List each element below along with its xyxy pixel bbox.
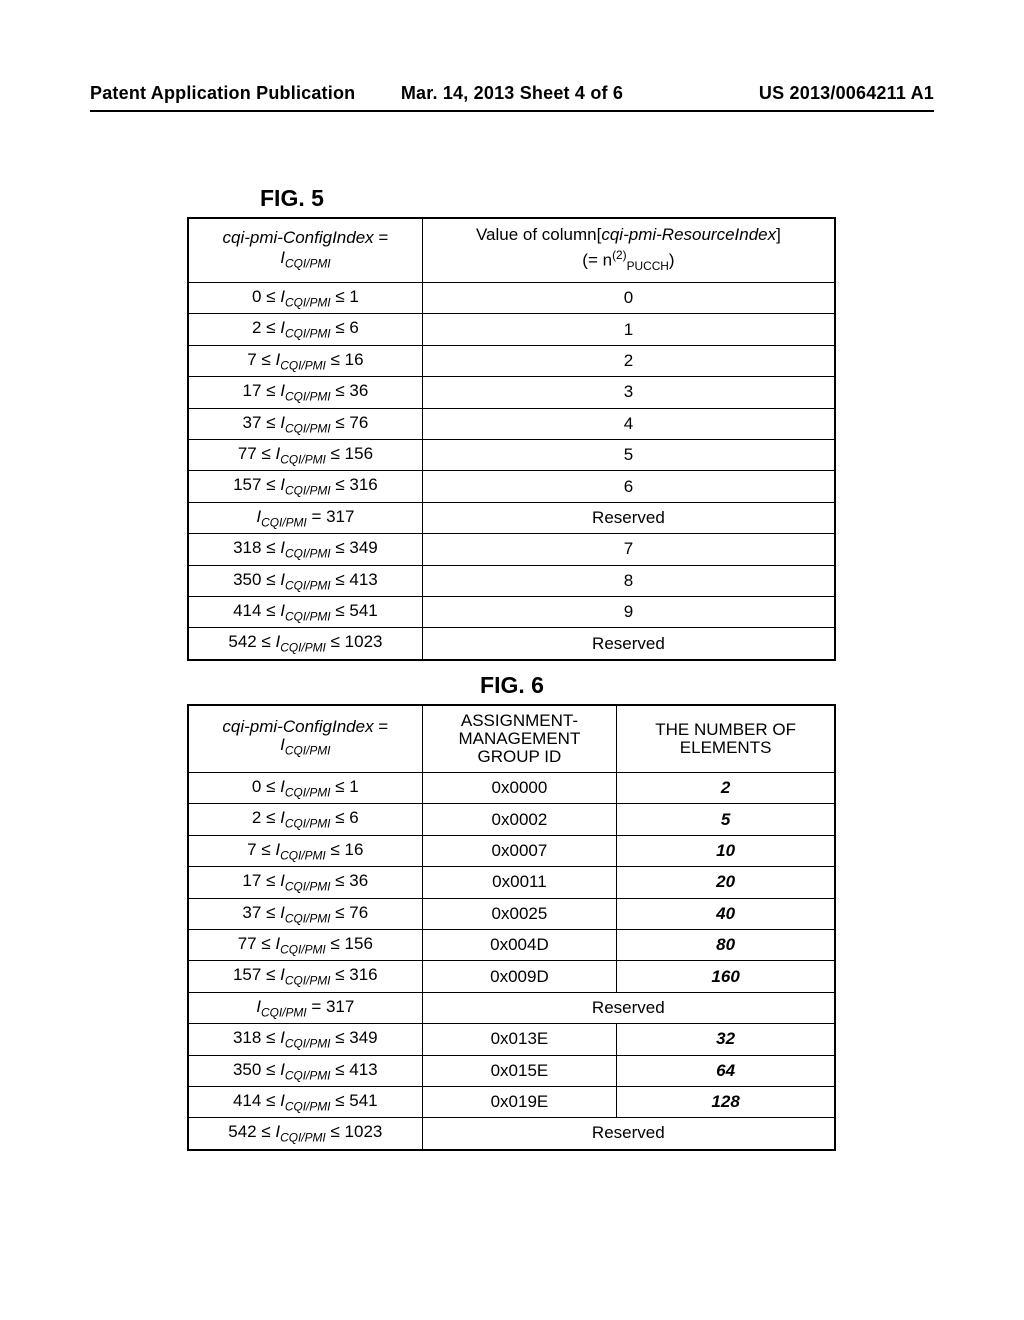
fig6-r9-el: 64 bbox=[617, 1055, 835, 1086]
fig5-r3-range: 17 ≤ ICQI/PMI ≤ 36 bbox=[188, 377, 422, 408]
fig6-r6-el: 160 bbox=[617, 961, 835, 992]
fig6-r7-range: ICQI/PMI = 317 bbox=[188, 992, 422, 1023]
fig5-header-col2: Value of column[cqi-pmi-ResourceIndex] (… bbox=[422, 218, 835, 283]
fig6-r8-gid: 0x013E bbox=[422, 1024, 617, 1055]
fig6-r5-gid: 0x004D bbox=[422, 929, 617, 960]
fig6-table-wrap: cqi-pmi-ConfigIndex = ICQI/PMI ASSIGNMEN… bbox=[187, 704, 836, 1151]
fig6-r8-range: 318 ≤ ICQI/PMI ≤ 349 bbox=[188, 1024, 422, 1055]
fig6-r3-range: 17 ≤ ICQI/PMI ≤ 36 bbox=[188, 867, 422, 898]
fig6-r6-gid: 0x009D bbox=[422, 961, 617, 992]
fig5-r11-range: 542 ≤ ICQI/PMI ≤ 1023 bbox=[188, 628, 422, 660]
fig5-r1-val: 1 bbox=[422, 314, 835, 345]
fig6-r1-gid: 0x0002 bbox=[422, 804, 617, 835]
fig6-r5-range: 77 ≤ ICQI/PMI ≤ 156 bbox=[188, 929, 422, 960]
fig6-r0-gid: 0x0000 bbox=[422, 773, 617, 804]
fig6-r2-gid: 0x0007 bbox=[422, 835, 617, 866]
fig6-r10-gid: 0x019E bbox=[422, 1086, 617, 1117]
fig6-r3-gid: 0x0011 bbox=[422, 867, 617, 898]
fig5-r7-val: Reserved bbox=[422, 502, 835, 533]
fig6-r7-reserved: Reserved bbox=[422, 992, 835, 1023]
fig6-r6-range: 157 ≤ ICQI/PMI ≤ 316 bbox=[188, 961, 422, 992]
fig5-r9-val: 8 bbox=[422, 565, 835, 596]
fig5-caption: FIG. 5 bbox=[260, 185, 1024, 212]
fig6-header-col3: THE NUMBER OFELEMENTS bbox=[617, 705, 835, 773]
fig6-r4-gid: 0x0025 bbox=[422, 898, 617, 929]
fig5-r4-val: 4 bbox=[422, 408, 835, 439]
fig5-r10-range: 414 ≤ ICQI/PMI ≤ 541 bbox=[188, 596, 422, 627]
fig6-r0-range: 0 ≤ ICQI/PMI ≤ 1 bbox=[188, 773, 422, 804]
fig6-r8-el: 32 bbox=[617, 1024, 835, 1055]
fig5-r8-val: 7 bbox=[422, 534, 835, 565]
fig6-r4-range: 37 ≤ ICQI/PMI ≤ 76 bbox=[188, 898, 422, 929]
fig5-r2-range: 7 ≤ ICQI/PMI ≤ 16 bbox=[188, 345, 422, 376]
fig6-r11-range: 542 ≤ ICQI/PMI ≤ 1023 bbox=[188, 1118, 422, 1150]
fig5-r10-val: 9 bbox=[422, 596, 835, 627]
fig5-r6-val: 6 bbox=[422, 471, 835, 502]
fig5-table: cqi-pmi-ConfigIndex = ICQI/PMI Value of … bbox=[187, 217, 836, 661]
fig5-r4-range: 37 ≤ ICQI/PMI ≤ 76 bbox=[188, 408, 422, 439]
fig5-r7-range: ICQI/PMI = 317 bbox=[188, 502, 422, 533]
fig5-r9-range: 350 ≤ ICQI/PMI ≤ 413 bbox=[188, 565, 422, 596]
fig5-r5-range: 77 ≤ ICQI/PMI ≤ 156 bbox=[188, 440, 422, 471]
fig6-r5-el: 80 bbox=[617, 929, 835, 960]
fig6-r1-range: 2 ≤ ICQI/PMI ≤ 6 bbox=[188, 804, 422, 835]
fig6-caption: FIG. 6 bbox=[0, 672, 1024, 699]
fig6-r0-el: 2 bbox=[617, 773, 835, 804]
fig6-r9-gid: 0x015E bbox=[422, 1055, 617, 1086]
fig5-r6-range: 157 ≤ ICQI/PMI ≤ 316 bbox=[188, 471, 422, 502]
fig6-r4-el: 40 bbox=[617, 898, 835, 929]
fig6-header-col1: cqi-pmi-ConfigIndex = ICQI/PMI bbox=[188, 705, 422, 773]
fig5-r5-val: 5 bbox=[422, 440, 835, 471]
fig6-r3-el: 20 bbox=[617, 867, 835, 898]
fig5-header-col1: cqi-pmi-ConfigIndex = ICQI/PMI bbox=[188, 218, 422, 283]
fig6-header-col2: ASSIGNMENT-MANAGEMENTGROUP ID bbox=[422, 705, 617, 773]
fig6-r9-range: 350 ≤ ICQI/PMI ≤ 413 bbox=[188, 1055, 422, 1086]
fig5-r8-range: 318 ≤ ICQI/PMI ≤ 349 bbox=[188, 534, 422, 565]
fig5-r11-val: Reserved bbox=[422, 628, 835, 660]
fig5-r0-val: 0 bbox=[422, 283, 835, 314]
fig5-r0-range: 0 ≤ ICQI/PMI ≤ 1 bbox=[188, 283, 422, 314]
header-right: US 2013/0064211 A1 bbox=[759, 83, 934, 104]
fig5-r2-val: 2 bbox=[422, 345, 835, 376]
fig5-r3-val: 3 bbox=[422, 377, 835, 408]
fig6-r10-range: 414 ≤ ICQI/PMI ≤ 541 bbox=[188, 1086, 422, 1117]
fig6-r2-range: 7 ≤ ICQI/PMI ≤ 16 bbox=[188, 835, 422, 866]
fig5-table-wrap: cqi-pmi-ConfigIndex = ICQI/PMI Value of … bbox=[187, 217, 836, 661]
fig6-table: cqi-pmi-ConfigIndex = ICQI/PMI ASSIGNMEN… bbox=[187, 704, 836, 1151]
patent-header: Patent Application Publication Mar. 14, … bbox=[90, 80, 934, 112]
fig5-r1-range: 2 ≤ ICQI/PMI ≤ 6 bbox=[188, 314, 422, 345]
page: Patent Application Publication Mar. 14, … bbox=[0, 0, 1024, 1320]
fig6-r1-el: 5 bbox=[617, 804, 835, 835]
fig6-r2-el: 10 bbox=[617, 835, 835, 866]
fig6-r10-el: 128 bbox=[617, 1086, 835, 1117]
fig6-r11-reserved: Reserved bbox=[422, 1118, 835, 1150]
